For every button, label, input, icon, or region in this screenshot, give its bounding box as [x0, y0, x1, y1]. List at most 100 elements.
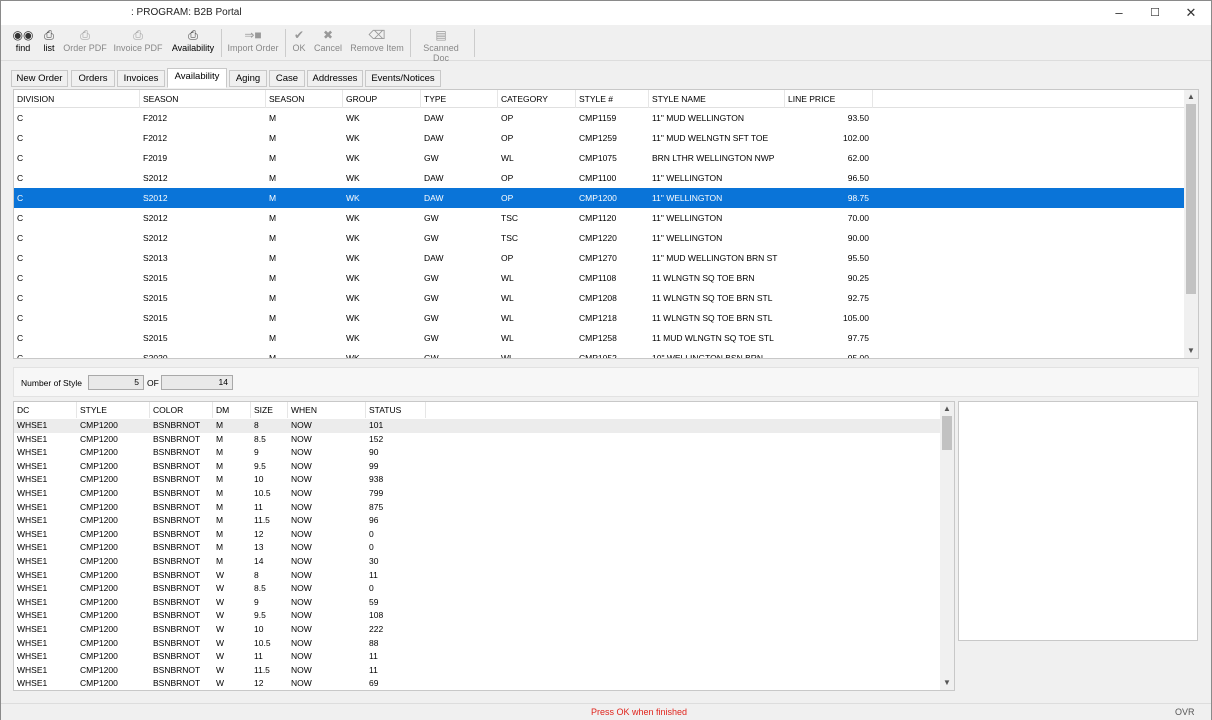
minimize-button[interactable]: –	[1101, 1, 1137, 25]
maximize-button[interactable]: ☐	[1137, 1, 1173, 25]
table-cell: 96.50	[847, 173, 869, 183]
table-row[interactable]: C S2015 M WK GW WL CMP1258 11 MUD WLNGTN SQ TOE…	[14, 328, 1184, 348]
table-row[interactable]: WHSE1 CMP1200 BSNBRNOT M 12 NOW 0	[14, 528, 940, 542]
style-of-label: OF	[147, 378, 159, 388]
table-row[interactable]: C S2012 M WK DAW OP CMP1200 11" WELLINGTON 98.75	[14, 188, 1184, 208]
column-header[interactable]: SEASON	[266, 90, 343, 108]
ok-button[interactable]: ✔ OK	[289, 28, 309, 58]
table-row[interactable]: WHSE1 CMP1200 BSNBRNOT M 9 NOW 90	[14, 446, 940, 460]
column-header[interactable]: STYLE	[77, 402, 150, 418]
table-row[interactable]: C F2012 M WK DAW OP CMP1259 11" MUD WELNGTN SFT…	[14, 128, 1184, 148]
table-cell: M	[269, 133, 277, 143]
column-header[interactable]: WHEN	[288, 402, 366, 418]
list-button[interactable]: ⎙ list	[39, 28, 59, 58]
column-header[interactable]: COLOR	[150, 402, 213, 418]
tab-case[interactable]: Case	[269, 70, 305, 87]
table-row[interactable]: WHSE1 CMP1200 BSNBRNOT W 8 NOW 11	[14, 569, 940, 583]
table-row[interactable]: WHSE1 CMP1200 BSNBRNOT M 10.5 NOW 799	[14, 487, 940, 501]
scroll-thumb[interactable]	[942, 416, 952, 450]
table-row[interactable]: WHSE1 CMP1200 BSNBRNOT M 9.5 NOW 99	[14, 460, 940, 474]
column-header[interactable]: TYPE	[421, 90, 498, 108]
table-row[interactable]: C S2013 M WK DAW OP CMP1270 11" MUD WELLINGTON …	[14, 248, 1184, 268]
table-cell: WHSE1	[17, 637, 48, 648]
table-cell: 62.00	[847, 153, 869, 163]
tab-addresses[interactable]: Addresses	[307, 70, 363, 87]
invoice-pdf-button[interactable]: ⎙ Invoice PDF	[113, 28, 163, 58]
cancel-button[interactable]: ✖ Cancel	[313, 28, 343, 58]
table-cell: WK	[346, 273, 360, 283]
import-order-button[interactable]: ⇒■ Import Order	[226, 28, 280, 58]
column-header[interactable]: STYLE #	[576, 90, 649, 108]
scroll-up-arrow[interactable]: ▲	[1184, 90, 1198, 104]
column-header[interactable]: DIVISION	[14, 90, 140, 108]
toolbar: ◉◉ find ⎙ list ⎙ Order PDF ⎙ Invoice PDF…	[1, 25, 1211, 63]
table-cell: WHSE1	[17, 447, 48, 458]
table-row[interactable]: C S2015 M WK GW WL CMP1218 11 WLNGTN SQ TOE BRN…	[14, 308, 1184, 328]
table-cell: GW	[424, 353, 439, 359]
table-row[interactable]: C S2012 M WK GW TSC CMP1120 11" WELLINGTON 70.00	[14, 208, 1184, 228]
scroll-up-arrow[interactable]: ▲	[940, 402, 954, 416]
availability-button[interactable]: ⎙ Availability	[169, 28, 217, 58]
table-row[interactable]: WHSE1 CMP1200 BSNBRNOT W 9.5 NOW 108	[14, 609, 940, 623]
column-header[interactable]: STATUS	[366, 402, 426, 418]
table-cell: C	[17, 213, 24, 223]
table-row[interactable]: WHSE1 CMP1200 BSNBRNOT M 10 NOW 938	[14, 473, 940, 487]
table-row[interactable]: WHSE1 CMP1200 BSNBRNOT W 8.5 NOW 0	[14, 582, 940, 596]
table-row[interactable]: C S2012 M WK DAW OP CMP1100 11" WELLINGTON 96.50	[14, 168, 1184, 188]
tab-invoices[interactable]: Invoices	[117, 70, 165, 87]
remove-item-button[interactable]: ⌫ Remove Item	[349, 28, 405, 58]
column-header[interactable]: DC	[14, 402, 77, 418]
table-row[interactable]: C S2015 M WK GW WL CMP1208 11 WLNGTN SQ TOE BRN…	[14, 288, 1184, 308]
table-row[interactable]: WHSE1 CMP1200 BSNBRNOT M 11.5 NOW 96	[14, 514, 940, 528]
table-row[interactable]: WHSE1 CMP1200 BSNBRNOT M 8 NOW 101	[14, 419, 940, 433]
table-cell: BSNBRNOT	[153, 515, 201, 526]
column-header[interactable]: GROUP	[343, 90, 421, 108]
close-button[interactable]: ✕	[1173, 1, 1209, 25]
scroll-thumb[interactable]	[1186, 104, 1196, 294]
table-row[interactable]: WHSE1 CMP1200 BSNBRNOT W 11.5 NOW 11	[14, 664, 940, 678]
scanned-doc-button[interactable]: ▤ Scanned Doc	[415, 28, 467, 63]
find-button[interactable]: ◉◉ find	[11, 28, 35, 58]
styles-scrollbar[interactable]: ▲ ▼	[1184, 90, 1198, 358]
column-header[interactable]: SIZE	[251, 402, 288, 418]
tab-events-notices[interactable]: Events/Notices	[365, 70, 441, 87]
table-row[interactable]: WHSE1 CMP1200 BSNBRNOT M 13 NOW 0	[14, 541, 940, 555]
column-header[interactable]: STYLE NAME	[649, 90, 785, 108]
table-row[interactable]: C F2012 M WK DAW OP CMP1159 11" MUD WELLINGTON 9…	[14, 108, 1184, 128]
scroll-down-arrow[interactable]: ▼	[1184, 344, 1198, 358]
stock-scrollbar[interactable]: ▲ ▼	[940, 402, 954, 690]
table-cell: S2015	[143, 273, 168, 283]
tab-availability[interactable]: Availability	[167, 68, 227, 88]
table-cell: 13	[254, 542, 264, 553]
column-header[interactable]: DM	[213, 402, 251, 418]
tab-aging[interactable]: Aging	[229, 70, 267, 87]
table-row[interactable]: WHSE1 CMP1200 BSNBRNOT W 10.5 NOW 88	[14, 637, 940, 651]
table-row[interactable]: WHSE1 CMP1200 BSNBRNOT W 11 NOW 11	[14, 650, 940, 664]
scroll-down-arrow[interactable]: ▼	[940, 676, 954, 690]
order-pdf-button[interactable]: ⎙ Order PDF	[63, 28, 107, 58]
table-cell: WHSE1	[17, 528, 48, 539]
table-row[interactable]: C S2015 M WK GW WL CMP1108 11 WLNGTN SQ TOE BRN…	[14, 268, 1184, 288]
table-row[interactable]: WHSE1 CMP1200 BSNBRNOT W 12 NOW 69	[14, 677, 940, 690]
table-cell: S2015	[143, 313, 168, 323]
column-header[interactable]: LINE PRICE	[785, 90, 873, 108]
table-cell: NOW	[291, 624, 312, 634]
tab-orders[interactable]: Orders	[71, 70, 115, 87]
table-row[interactable]: WHSE1 CMP1200 BSNBRNOT M 8.5 NOW 152	[14, 433, 940, 447]
table-cell: NOW	[291, 528, 312, 539]
table-row[interactable]: WHSE1 CMP1200 BSNBRNOT M 14 NOW 30	[14, 555, 940, 569]
column-header[interactable]: CATEGORY	[498, 90, 576, 108]
column-header[interactable]: SEASON	[140, 90, 266, 108]
table-row[interactable]: WHSE1 CMP1200 BSNBRNOT M 11 NOW 875	[14, 501, 940, 515]
table-cell: WK	[346, 133, 360, 143]
table-row[interactable]: WHSE1 CMP1200 BSNBRNOT W 9 NOW 59	[14, 596, 940, 610]
table-row[interactable]: C S2012 M WK GW TSC CMP1220 11" WELLINGTON 90.00	[14, 228, 1184, 248]
tab-new-order[interactable]: New Order	[11, 70, 68, 87]
table-row[interactable]: WHSE1 CMP1200 BSNBRNOT W 10 NOW 222	[14, 623, 940, 637]
table-cell: 9.5	[254, 610, 266, 621]
table-row[interactable]: C F2019 M WK GW WL CMP1075 BRN LTHR WELLINGTON …	[14, 148, 1184, 168]
table-row[interactable]: C S2020 M WK GW WL CMP1052 10" WELLINGTON BSN B…	[14, 348, 1184, 359]
table-cell: BSNBRNOT	[153, 651, 201, 662]
table-cell: NOW	[291, 556, 312, 566]
table-cell: NOW	[291, 542, 312, 553]
